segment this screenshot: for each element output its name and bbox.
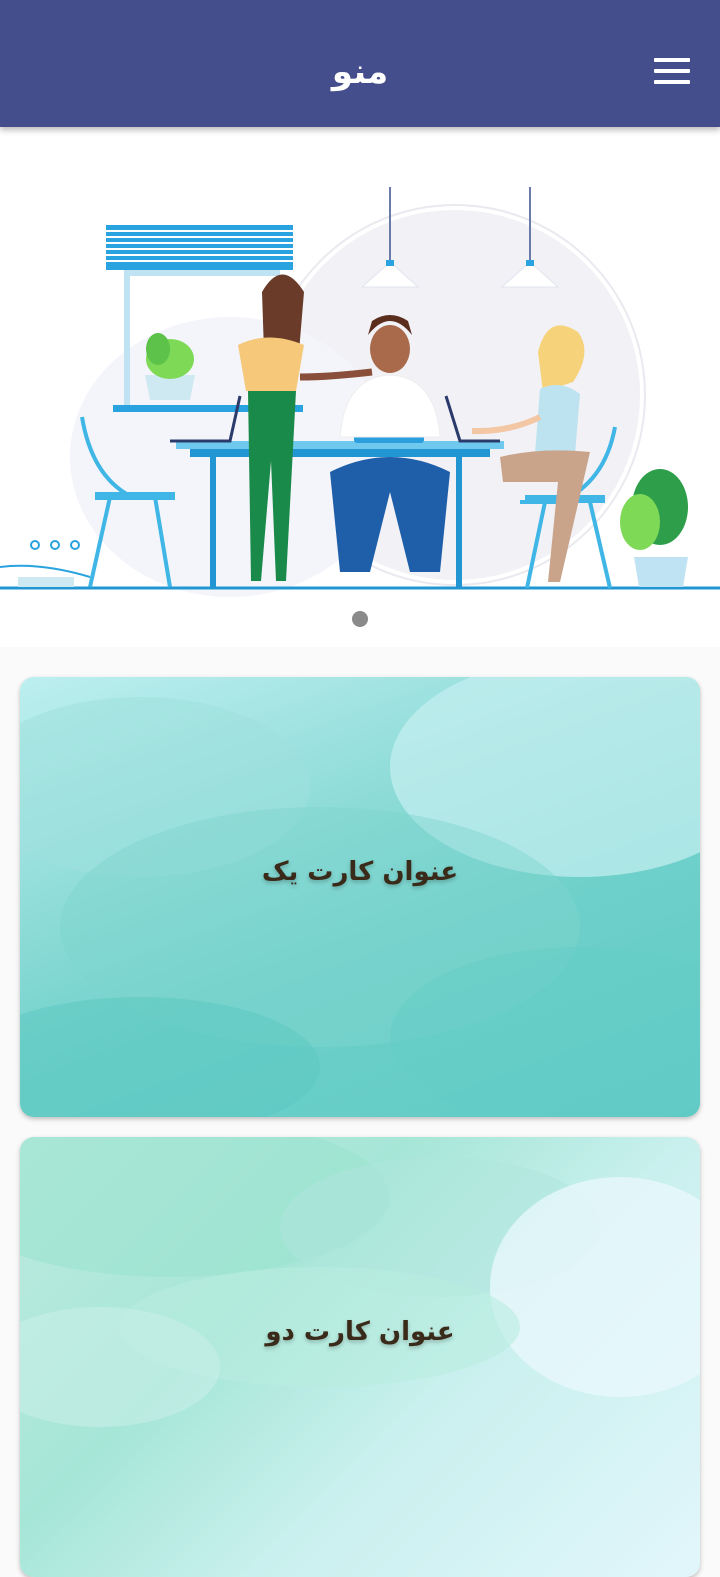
image-slider[interactable] [0,127,720,647]
office-team-illustration [0,187,720,597]
card-one[interactable]: عنوان کارت یک [20,677,700,1117]
card-title: عنوان کارت یک [261,857,459,887]
card-two[interactable]: عنوان کارت دو [20,1137,700,1577]
slider-page-indicator-dot[interactable] [352,611,368,627]
hamburger-menu-icon-bar [654,80,690,84]
hamburger-menu-icon-bar [654,69,690,73]
card-background-watercolor [20,1137,700,1427]
hamburger-menu-icon [654,58,690,62]
card-background-watercolor [20,677,700,1117]
app-bar: منو [0,0,720,127]
page-title: منو [331,52,389,92]
card-title: عنوان کارت دو [265,1317,455,1347]
menu-button[interactable] [640,50,704,94]
